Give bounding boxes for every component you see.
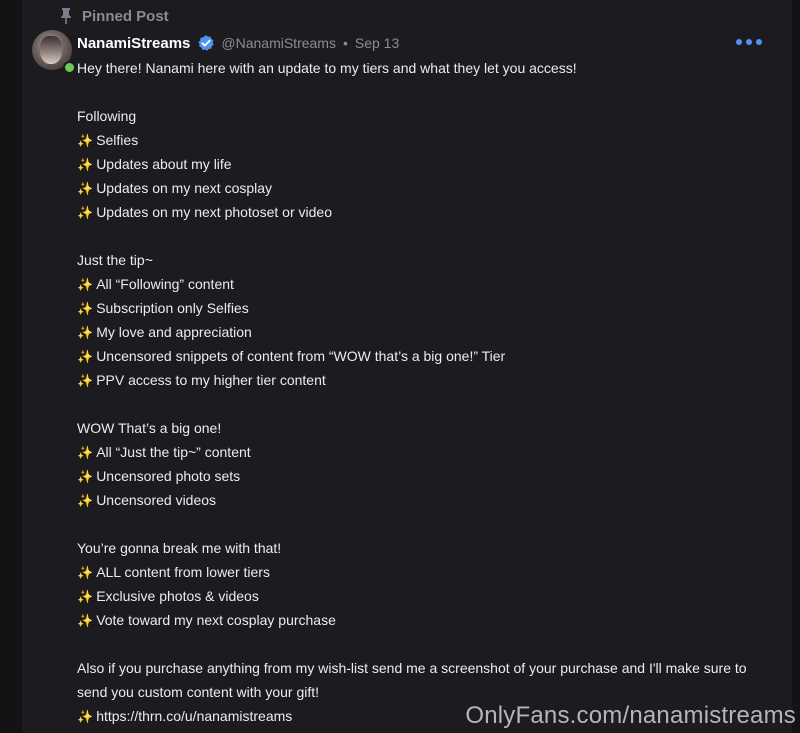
list-item: ✨ Updates on my next cosplay bbox=[77, 180, 273, 196]
sparkles-icon: ✨ bbox=[77, 277, 94, 292]
list-item: ✨ Subscription only Selfies bbox=[77, 300, 249, 316]
verified-badge-icon bbox=[198, 35, 215, 51]
sparkles-icon: ✨ bbox=[77, 469, 94, 484]
sparkles-icon: ✨ bbox=[77, 709, 94, 724]
sparkles-icon: ✨ bbox=[77, 445, 94, 460]
tier-title: You’re gonna break me with that! bbox=[77, 540, 282, 556]
author-name[interactable]: NanamiStreams bbox=[77, 35, 190, 52]
more-options-button[interactable] bbox=[736, 36, 762, 48]
sparkles-icon: ✨ bbox=[77, 205, 94, 220]
pinned-indicator: Pinned Post bbox=[58, 5, 169, 27]
list-item: ✨ Uncensored photo sets bbox=[77, 468, 241, 484]
list-item: ✨ Uncensored snippets of content from “WO… bbox=[77, 348, 506, 364]
sparkles-icon: ✨ bbox=[77, 493, 94, 508]
post-outro-line: Also if you purchase anything from my wi… bbox=[77, 660, 747, 676]
list-item: ✨ Uncensored videos bbox=[77, 492, 217, 508]
post-date[interactable]: Sep 13 bbox=[355, 35, 399, 51]
post-header: NanamiStreams @NanamiStreams • Sep 13 bbox=[77, 32, 399, 54]
wishlist-link[interactable]: https://thrn.co/u/nanamistreams bbox=[96, 708, 292, 724]
post-outro-line: send you custom content with your gift! bbox=[77, 684, 320, 700]
post-body: Hey there! Nanami here with an update to… bbox=[77, 56, 777, 728]
list-item: ✨ Exclusive photos & videos bbox=[77, 588, 259, 604]
pinned-post-card: Pinned Post NanamiStreams @NanamiStreams… bbox=[22, 0, 792, 733]
list-item: ✨ Vote toward my next cosplay purchase bbox=[77, 612, 336, 628]
sparkles-icon: ✨ bbox=[77, 613, 94, 628]
sparkles-icon: ✨ bbox=[77, 373, 94, 388]
list-item: ✨ ALL content from lower tiers bbox=[77, 564, 270, 580]
list-item: ✨ Selfies bbox=[77, 132, 139, 148]
list-item: ✨ Updates on my next photoset or video bbox=[77, 204, 332, 220]
list-item: ✨ PPV access to my higher tier content bbox=[77, 372, 326, 388]
tier-title: Following bbox=[77, 108, 137, 124]
list-item: ✨ All “Following” content bbox=[77, 276, 234, 292]
tier-title: WOW That’s a big one! bbox=[77, 420, 222, 436]
list-item: ✨ All “Just the tip~” content bbox=[77, 444, 251, 460]
sparkles-icon: ✨ bbox=[77, 301, 94, 316]
pinned-label: Pinned Post bbox=[82, 7, 169, 25]
sparkles-icon: ✨ bbox=[77, 589, 94, 604]
sparkles-icon: ✨ bbox=[77, 181, 94, 196]
author-handle[interactable]: @NanamiStreams bbox=[221, 35, 336, 51]
sparkles-icon: ✨ bbox=[77, 325, 94, 340]
separator-dot: • bbox=[342, 35, 348, 51]
sparkles-icon: ✨ bbox=[77, 565, 94, 580]
list-item: ✨ Updates about my life bbox=[77, 156, 232, 172]
post-intro: Hey there! Nanami here with an update to… bbox=[77, 60, 577, 76]
online-status-indicator bbox=[63, 61, 76, 74]
watermark: OnlyFans.com/nanamistreams bbox=[465, 702, 796, 729]
sparkles-icon: ✨ bbox=[77, 349, 94, 364]
avatar-image bbox=[40, 36, 62, 64]
pin-icon bbox=[61, 8, 71, 24]
more-options-icon bbox=[736, 39, 742, 45]
tier-title: Just the tip~ bbox=[77, 252, 153, 268]
sparkles-icon: ✨ bbox=[77, 157, 94, 172]
list-item: ✨ My love and appreciation bbox=[77, 324, 252, 340]
sparkles-icon: ✨ bbox=[77, 133, 94, 148]
avatar[interactable] bbox=[32, 30, 76, 74]
